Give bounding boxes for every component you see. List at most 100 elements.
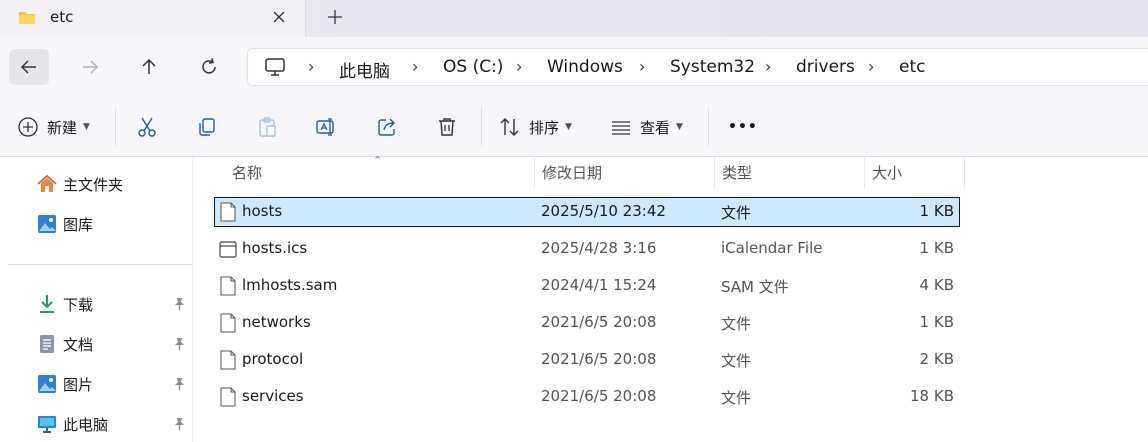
copy-button[interactable] [196, 115, 218, 139]
file-date: 2021/6/5 20:08 [541, 387, 657, 405]
chevron-down-icon: ▼ [565, 122, 572, 132]
chevron-right-icon[interactable]: › [412, 57, 418, 76]
file-row-protocol[interactable]: protocol 2021/6/5 20:08 文件 2 KB [214, 345, 960, 375]
navigation-bar: › 此电脑 › OS (C:) › Windows › System32 › d… [0, 37, 1148, 97]
sidebar-item-this-pc[interactable]: 此电脑 [36, 411, 108, 437]
chevron-down-icon: ▼ [83, 122, 90, 132]
chevron-right-icon[interactable]: › [765, 57, 771, 76]
rename-button[interactable] [315, 115, 337, 139]
trash-icon [439, 118, 455, 136]
file-row-hosts-ics[interactable]: hosts.ics 2025/4/28 3:16 iCalendar File … [214, 234, 960, 264]
pin-icon[interactable] [172, 377, 186, 391]
breadcrumb-system32[interactable]: System32 [670, 57, 755, 77]
sort-icon [500, 118, 519, 136]
copy-icon [199, 118, 215, 136]
tab-etc[interactable]: etc [0, 0, 306, 37]
pin-icon[interactable] [172, 337, 186, 351]
file-row-lmhosts-sam[interactable]: lmhosts.sam 2024/4/1 15:24 SAM 文件 4 KB [214, 271, 960, 301]
breadcrumb-os-c[interactable]: OS (C:) [443, 57, 503, 77]
file-type: 文件 [721, 204, 752, 222]
file-row-networks[interactable]: networks 2021/6/5 20:08 文件 1 KB [214, 308, 960, 338]
new-tab-button[interactable] [324, 6, 346, 28]
sidebar-item-gallery[interactable]: 图库 [36, 211, 93, 237]
sidebar-item-label: 图片 [63, 375, 94, 394]
download-icon [40, 295, 54, 313]
folder-icon [19, 12, 35, 24]
file-date: 2024/4/1 15:24 [541, 276, 657, 294]
delete-button[interactable] [436, 115, 458, 139]
view-list-icon [612, 121, 630, 135]
arrow-left-icon [20, 60, 36, 74]
breadcrumb-this-pc[interactable]: 此电脑 [339, 57, 390, 82]
column-divider[interactable] [714, 158, 715, 188]
tab-title: etc [50, 8, 74, 26]
close-icon [273, 11, 285, 23]
navigation-pane: 主文件夹 图库 下载 文档 图片 此电脑 [0, 158, 192, 442]
column-header-size[interactable]: 大小 [872, 158, 902, 188]
command-bar: 新建 ▼ 排序 ▼ 查看 ▼ ••• [0, 97, 1148, 157]
sidebar-item-downloads[interactable]: 下载 [36, 291, 93, 317]
breadcrumb-drivers[interactable]: drivers [796, 57, 855, 77]
column-header-date[interactable]: 修改日期 [542, 158, 602, 188]
gallery-icon [38, 215, 56, 233]
plus-icon [328, 10, 342, 24]
column-header-type[interactable]: 类型 [722, 158, 752, 188]
view-button[interactable]: 查看 ▼ [610, 115, 683, 139]
scissors-icon [138, 117, 156, 137]
sidebar-item-home[interactable]: 主文件夹 [36, 171, 123, 197]
sidebar-item-label: 此电脑 [63, 415, 109, 434]
file-icon [220, 202, 236, 222]
file-size: 4 KB [919, 276, 954, 294]
share-icon [378, 118, 395, 136]
more-options-button[interactable]: ••• [728, 115, 758, 139]
file-icon [220, 387, 236, 407]
up-button[interactable] [129, 49, 169, 85]
cut-button[interactable] [136, 115, 158, 139]
paste-button[interactable] [256, 115, 278, 139]
chevron-right-icon[interactable]: › [308, 57, 314, 76]
pin-icon[interactable] [172, 297, 186, 311]
column-divider[interactable] [534, 158, 535, 188]
file-name: networks [242, 313, 311, 331]
refresh-button[interactable] [189, 49, 229, 85]
file-date: 2025/4/28 3:16 [541, 239, 657, 257]
sidebar-item-label: 图库 [63, 215, 94, 234]
chevron-right-icon[interactable]: › [516, 57, 522, 76]
file-row-services[interactable]: services 2021/6/5 20:08 文件 18 KB [214, 382, 960, 412]
file-name: lmhosts.sam [242, 276, 338, 294]
file-size: 2 KB [919, 350, 954, 368]
clipboard-icon [259, 117, 276, 137]
sidebar-item-pictures[interactable]: 图片 [36, 371, 93, 397]
pin-icon[interactable] [172, 417, 186, 431]
forward-button[interactable] [70, 49, 110, 85]
file-size: 1 KB [919, 202, 954, 220]
close-tab-button[interactable] [269, 7, 289, 27]
file-name: protocol [242, 350, 304, 368]
document-icon [40, 335, 54, 353]
back-button[interactable] [9, 49, 49, 85]
breadcrumb-etc[interactable]: etc [899, 57, 925, 77]
column-divider[interactable] [964, 158, 965, 188]
sidebar-item-documents[interactable]: 文档 [36, 331, 93, 357]
divider [481, 107, 482, 147]
file-type: 文件 [721, 315, 752, 333]
file-size: 1 KB [919, 313, 954, 331]
file-size: 1 KB [919, 239, 954, 257]
new-label: 新建 [47, 118, 78, 137]
chevron-right-icon[interactable]: › [868, 57, 874, 76]
file-row-hosts[interactable]: hosts 2025/5/10 23:42 文件 1 KB [214, 197, 960, 227]
arrow-up-icon [142, 58, 156, 74]
file-icon [220, 276, 236, 296]
share-button[interactable] [376, 115, 398, 139]
column-header-name[interactable]: 名称 [232, 158, 262, 188]
calendar-file-icon [219, 241, 237, 258]
breadcrumb-windows[interactable]: Windows [547, 57, 623, 77]
computer-icon [38, 416, 56, 433]
sidebar-item-label: 文档 [63, 335, 94, 354]
new-button[interactable]: 新建 ▼ [17, 115, 90, 139]
computer-icon [265, 58, 285, 76]
sort-button[interactable]: 排序 ▼ [499, 115, 572, 139]
chevron-right-icon[interactable]: › [639, 57, 645, 76]
column-divider[interactable] [864, 158, 865, 188]
address-bar[interactable]: › 此电脑 › OS (C:) › Windows › System32 › d… [247, 48, 1148, 86]
